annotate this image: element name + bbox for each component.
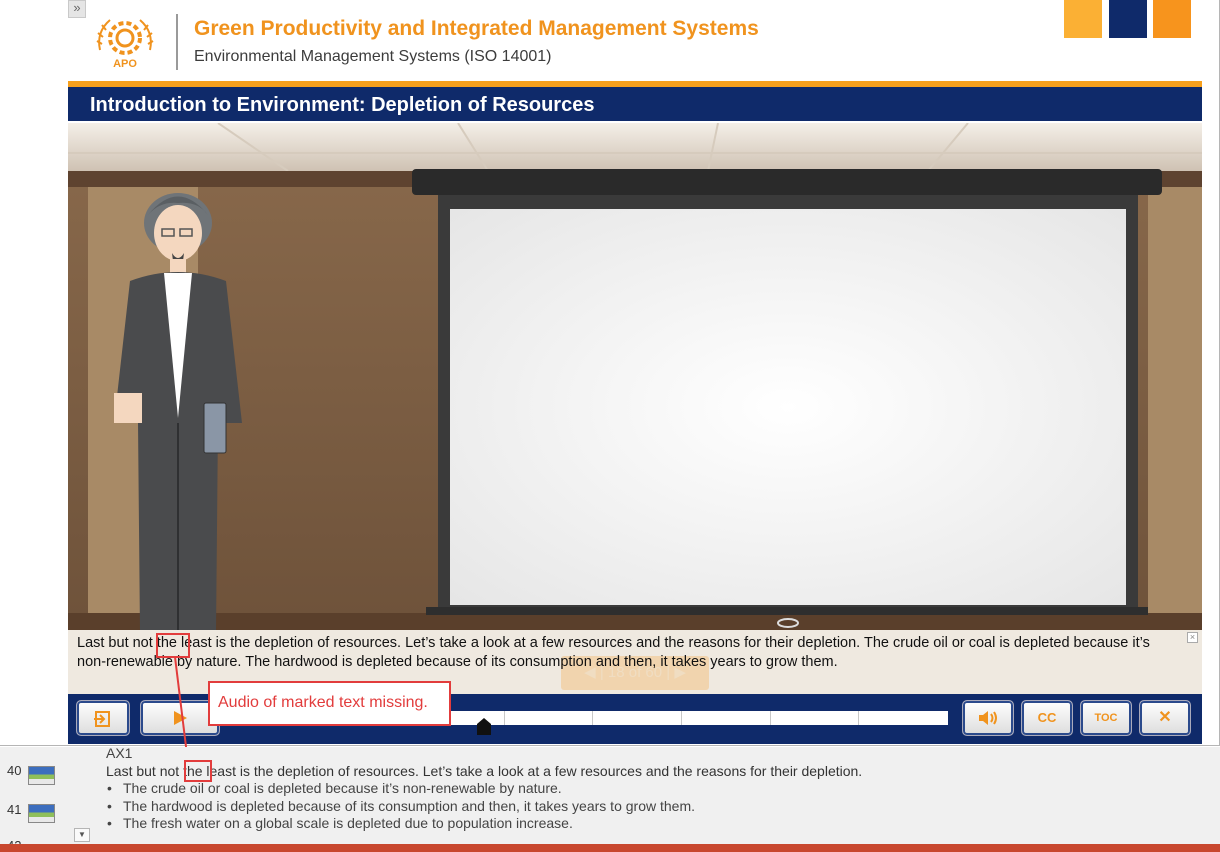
thumbnail-number: 41 [7,802,22,817]
slide-thumbnail[interactable] [28,804,55,823]
status-bar [0,844,1220,852]
notes-bullet: The fresh water on a global scale is dep… [106,815,1206,833]
exit-icon [77,701,129,742]
notes-scroll-down-button[interactable]: ▼ [74,828,90,842]
annotation-text: Audio of marked text missing. [218,694,428,711]
accent-square-1 [1064,0,1102,38]
accent-square-2 [1109,0,1147,38]
volume-icon [963,701,1013,740]
notes-text[interactable]: AX1 Last but not the least is the deplet… [106,745,1206,833]
table-of-contents-button[interactable]: TOC [1080,700,1132,736]
toc-label: TOC [1094,712,1118,724]
classroom-scene [68,123,1202,633]
course-title: Green Productivity and Integrated Manage… [194,17,759,40]
slide-title: Introduction to Environment: Depletion o… [90,94,595,116]
closed-captions-button[interactable]: CC [1021,700,1073,736]
slide-title-bar: Introduction to Environment: Depletion o… [68,87,1202,122]
cc-label: CC [1037,710,1057,725]
exit-button[interactable] [76,700,130,736]
notes-lead: Last but not the least is the depletion … [106,762,863,779]
volume-button[interactable] [962,700,1014,736]
notes-bullet: The crude oil or coal is depleted becaus… [106,780,1206,798]
caption-text: Last but not the least is the depletion … [77,635,1150,670]
apo-logo: APO [92,10,158,72]
close-player-button[interactable]: ✕ [1139,700,1191,736]
thumbnail-number: 40 [7,763,22,778]
annotation-callout: Audio of marked text missing. [208,681,451,726]
course-subtitle: Environmental Management Systems (ISO 14… [194,48,552,65]
app-window: { "header": { "course_title": "Green Pro… [0,0,1220,852]
speaker-notes-panel: 40 41 42 ▼ AX1 Last but not the least is… [0,745,1220,852]
marked-text-highlight-notes [184,760,212,782]
caption-close-button[interactable]: × [1187,632,1198,643]
logo-divider [176,14,178,70]
svg-text:APO: APO [113,58,137,70]
notes-bullet: The hardwood is depleted because of its … [106,798,1206,816]
slide-thumbnail[interactable] [28,766,55,785]
expand-panel-button[interactable]: » [68,0,86,18]
accent-square-3 [1153,0,1191,38]
notes-heading: AX1 [106,745,133,761]
marked-text-highlight-caption [156,633,190,658]
close-icon: ✕ [1158,709,1172,726]
